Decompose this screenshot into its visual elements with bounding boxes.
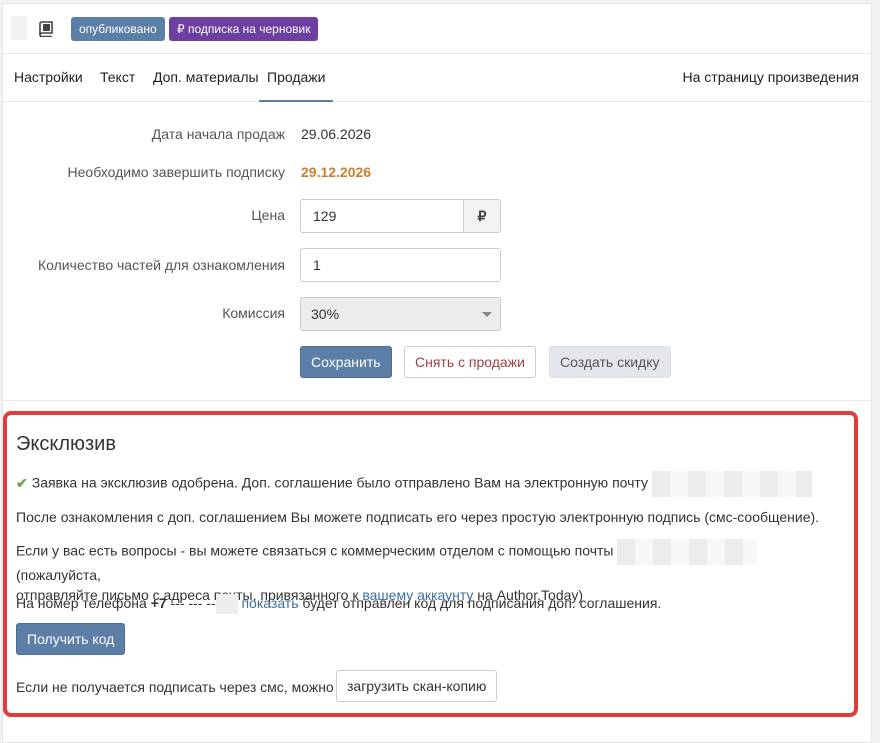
- preview-parts-field[interactable]: 1: [300, 248, 501, 282]
- subscription-end-label: Необходимо завершить подписку: [67, 164, 285, 180]
- commission-value: 30%: [311, 306, 340, 322]
- hidden-phone-digits: [215, 594, 238, 615]
- sale-start-value: 29.06.2026: [301, 126, 372, 142]
- published-badge: опубликовано: [71, 17, 165, 41]
- tab-text[interactable]: Текст: [100, 54, 135, 102]
- ruble-icon: ₽: [463, 200, 500, 232]
- subscription-end-value: 29.12.2026: [301, 164, 372, 180]
- approval-message: ✔ Заявка на эксклюзив одобрена. Доп. согл…: [16, 471, 846, 497]
- hidden-email: [651, 471, 812, 497]
- book-icon: [39, 21, 53, 38]
- tab-bar: Настройки Текст Доп. материалы Продажи Н…: [3, 54, 871, 102]
- price-label: Цена: [251, 207, 285, 223]
- phone-code: +7: [150, 595, 167, 611]
- subscription-badge: ₽ подписка на черновик: [169, 17, 319, 41]
- tab-settings[interactable]: Настройки: [14, 54, 83, 102]
- unpublish-button[interactable]: Снять с продажи: [404, 346, 536, 378]
- price-value[interactable]: 129: [313, 200, 336, 232]
- commission-label: Комиссия: [222, 305, 285, 321]
- divider: [3, 400, 871, 401]
- chevron-down-icon: [482, 312, 492, 317]
- get-code-button[interactable]: Получить код: [16, 623, 126, 655]
- commission-select[interactable]: 30%: [300, 297, 501, 331]
- editor-card: опубликовано ₽ подписка на черновик Наст…: [2, 3, 872, 743]
- preview-parts-label: Количество частей для ознакомления: [37, 257, 285, 273]
- scan-hint: Если не получается подписать через смс, …: [16, 679, 334, 695]
- phone-masked: --- --- --: [170, 595, 216, 611]
- work-page-link[interactable]: На страницу произведения: [683, 54, 859, 102]
- checkmark-icon: ✔: [16, 474, 28, 491]
- phone-info: На номер телефона +7 --- --- -- показать…: [16, 593, 846, 615]
- tab-sales[interactable]: Продажи: [259, 54, 334, 102]
- show-phone-link[interactable]: показать: [241, 595, 298, 611]
- exclusive-title: Эксклюзив: [16, 433, 116, 455]
- top-bar: опубликовано ₽ подписка на черновик: [3, 4, 871, 54]
- hidden-sales-email: [617, 539, 758, 565]
- exclusive-section: Эксклюзив ✔ Заявка на эксклюзив одобрена.…: [3, 411, 858, 717]
- cover-thumbnail: [11, 16, 27, 40]
- save-button[interactable]: Сохранить: [300, 346, 392, 378]
- price-field[interactable]: 129 ₽: [300, 199, 501, 233]
- sale-start-label: Дата начала продаж: [151, 126, 285, 142]
- create-discount-button[interactable]: Создать скидку: [549, 346, 671, 378]
- tab-extra-materials[interactable]: Доп. материалы: [153, 54, 259, 102]
- sign-info: После ознакомления с доп. соглашением Вы…: [16, 509, 820, 525]
- upload-scan-button[interactable]: загрузить скан-копию: [336, 670, 498, 702]
